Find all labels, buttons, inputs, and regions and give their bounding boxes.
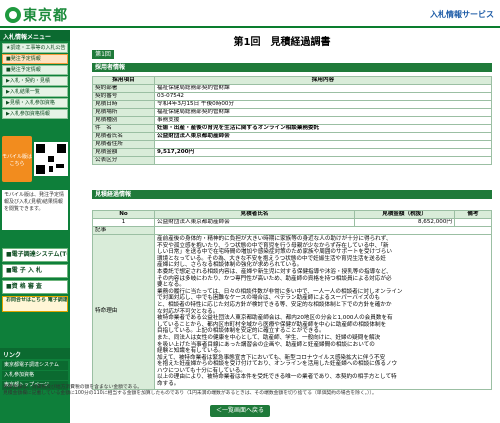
row-value: 妊娠・出産・産後の育児を生活に関するオンライン相談業務委託 [154, 124, 492, 133]
row-value [154, 140, 492, 149]
row-value: 03-07542 [154, 92, 492, 101]
quote-table: No 見積者氏名 見積金額（税抜） 備考 1 公益財団法人東京都助産師会 8,6… [92, 210, 492, 390]
table-row: 見積金額 9,517,200円 [92, 148, 492, 157]
row-value [154, 156, 492, 165]
table-row: 見積種別 事務支援 [92, 116, 492, 125]
row-value: 令和4年3月15日 午後0時00分 [154, 100, 492, 109]
e-bidding-link[interactable]: ■電 子 入 札 [2, 264, 68, 278]
page-title: 第1回 見積経過調書 [233, 37, 331, 48]
row-label: 件 名 [92, 124, 155, 133]
footer-note: 見積金額欄に記載している金額に100分の110に相当する金額を加算したものであり… [3, 391, 377, 396]
reason-line: 目指している。上記の相談体制を安定的に確立することができる。 [157, 328, 325, 335]
reason-line: 以上の理由により、被特命業者は本件を受託できる唯一の業者であり、本契約の相手方と… [157, 374, 397, 381]
row-label: 見積者住所 [92, 140, 155, 149]
logo-text: 東京都 [23, 8, 68, 24]
row-value: 福祉保健局総務部契約管財課 [154, 108, 492, 117]
sidebar-item[interactable]: ■発注予定情報 [2, 54, 68, 64]
row-label: 契約部署 [92, 84, 155, 93]
sidebar-item[interactable]: ■発注予定情報 [2, 65, 68, 75]
table-row: 特命理由 産前産後の身体的・精神的に負担が大きい時期に家族等の身近な人の助けが十… [92, 234, 492, 390]
row-value: 9,517,200円 [154, 148, 492, 157]
qr-code-icon [34, 142, 68, 176]
column-header: 見積者氏名 [154, 210, 355, 219]
link-item[interactable]: 東京都電子調達システム [2, 361, 68, 370]
table-row: 件 名妊娠・出産・産後の育児を生活に関するオンライン相談業務委託 [92, 124, 492, 133]
table-row: 見積場所 福祉保健局総務部契約管財課 [92, 108, 492, 117]
sidebar-item[interactable]: ▶入札参加資格情報 [2, 109, 68, 119]
reason-line: と、相談者の特性に応じた対応方針が検討できる等、安定的な相談体制と下での方針を確… [157, 301, 392, 308]
reason-line: 被特命業者である公益社団法人東京都助産師会は、都内20地区の分会と1,000人の… [157, 315, 393, 322]
column-header: 見積金額（税抜） [354, 210, 455, 219]
bidder-name: 公益財団法人東京都助産師会 [154, 218, 355, 227]
sidebar-heading: 入札情報メニュー [0, 30, 70, 41]
table-row: 見積者氏名 公益財団法人東京都助産師会 [92, 132, 492, 141]
table-row: 公表区分 [92, 156, 492, 165]
row-label: 見積者氏名 [92, 132, 155, 141]
applicant-section-header: 採用者情報 [92, 63, 492, 72]
table-row: 契約部署 福祉保健局総務部契約管財課 [92, 84, 492, 93]
row-label: 見積場所 [92, 108, 155, 117]
back-to-list-button[interactable]: ＜一覧画面へ戻る [210, 405, 270, 417]
reason-line: 経験と知識を有している。 [157, 348, 224, 355]
column-header: 備考 [454, 210, 492, 219]
special-reason-label: 特命理由 [92, 234, 155, 390]
reason-line: 産婦に対し、さらなる相談体制の強化が求められている。 [157, 262, 303, 269]
bid-amount: 8,652,000円 [354, 218, 455, 227]
reason-line: また、同法人は女性の健康を中心として、助産師、学生、一般向けに、妊婦の疑問を解決 [157, 334, 381, 341]
remarks [454, 218, 492, 227]
reason-line: しい日常」を送る中で在宅時間の増加や感染症対策のため家族や周囲のサポートを受けづ… [157, 249, 392, 256]
tokyo-emblem-icon [5, 7, 21, 23]
reason-line: その内容は多岐にわたり、かつ専門性が高いため、助産師の資格を持つ相談員による対応… [157, 275, 392, 282]
tokyo-logo[interactable]: 東京都 [5, 6, 68, 24]
footer-notes: 見積金額は、消費税及び地方消費税の額を含まない金額である。 見積金額欄に記載して… [0, 385, 500, 397]
remark-value [154, 226, 492, 235]
column-header: 採用内容 [154, 76, 492, 85]
table-header-row: No 見積者氏名 見積金額（税抜） 備考 [92, 210, 492, 219]
column-header: No [92, 210, 155, 219]
reason-line: 産前産後の身体的・精神的に負担が大きい時期に家族等の身近な人の助けが十分に得られ… [157, 236, 392, 242]
table-row: 契約番号 03-07542 [92, 92, 492, 101]
remark-label: 記事 [92, 226, 155, 235]
special-reason-text: 産前産後の身体的・精神的に負担が大きい時期に家族等の身近な人の助けが十分に得られ… [154, 234, 492, 390]
row-value: 公益財団法人東京都助産師会 [154, 132, 492, 141]
row-value: 事務支援 [154, 116, 492, 125]
applicant-table: 採用項目 採用内容 契約部署 福祉保健局総務部契約管財課 契約番号 03-07542 見… [92, 76, 492, 165]
sidebar-item[interactable]: ▶入札結果一覧 [2, 87, 68, 97]
mobile-note: モバイル版は、発注予定情報及び入札(見積)結果情報を閲覧できます。 [2, 190, 68, 230]
qualification-link[interactable]: ■資 格 審 査 [2, 280, 68, 294]
sidebar-item[interactable]: ★調達・工事等の入札公告 [2, 43, 68, 53]
row-number: 1 [92, 218, 155, 227]
row-label: 見積種別 [92, 116, 155, 125]
row-label: 見積日時 [92, 100, 155, 109]
row-label: 見積金額 [92, 148, 155, 157]
reason-line: 要となる。 [157, 282, 185, 289]
reason-line: で対面対応し、中でも困難なケースの場合は、ペテラン助産師によるスーパーバイズのも [157, 295, 381, 302]
reason-line: 本委託で想定される相談内容は、産婦や新生児に対する保健指導や沐浴・授乳等の指導な… [157, 268, 392, 275]
row-value: 福祉保健局総務部契約管財課 [154, 84, 492, 93]
round-badge: 第1回 [92, 50, 114, 59]
table-header-row: 採用項目 採用内容 [92, 76, 492, 85]
bid-info-service-link[interactable]: 入札情報サービス [430, 9, 494, 20]
column-header: 採用項目 [92, 76, 155, 85]
site-header: 東京都 入札情報サービス [0, 0, 500, 28]
e-procurement-link[interactable]: ■電子調達システム(TOP) [2, 248, 68, 262]
sidebar: 入札情報メニュー ★調達・工事等の入札公告 ■発注予定情報 ■発注予定情報 ▶入… [0, 30, 70, 423]
sidebar-item[interactable]: ▶見積・入札参加資格 [2, 98, 68, 108]
row-label: 公表区分 [92, 156, 155, 165]
links-heading: リンク [0, 348, 70, 359]
link-item[interactable]: 入札参加資格 [2, 371, 68, 380]
reason-line: を抱えた妊産婦からの相談を受け付けており、オンラインを活用した妊産婦への相談に係… [157, 361, 398, 368]
row-label: 契約番号 [92, 92, 155, 101]
main-content: 第1回 見積経過調書 第1回 採用者情報 採用項目 採用内容 契約部署 福祉保健局… [72, 30, 500, 423]
table-row: 見積者住所 [92, 140, 492, 149]
table-row: 記事 [92, 226, 492, 235]
system-links: ■電子調達システム(TOP) ■電 子 入 札 ■資 格 審 査 お問合せはこち… [0, 246, 70, 314]
mobile-version-block[interactable]: モバイル版はこちら [2, 136, 68, 182]
table-row: 見積日時 令和4年3月15日 午後0時00分 [92, 100, 492, 109]
chatbot-button[interactable]: お問合せはこちら 電子調達チャットボット [2, 296, 68, 312]
sidebar-item[interactable]: ▶入札・契約・見積 [2, 76, 68, 86]
table-row: 1 公益財団法人東京都助産師会 8,652,000円 [92, 218, 492, 227]
mobile-version-button[interactable]: モバイル版はこちら [2, 136, 32, 182]
quote-section-header: 見積経過情報 [92, 190, 492, 199]
